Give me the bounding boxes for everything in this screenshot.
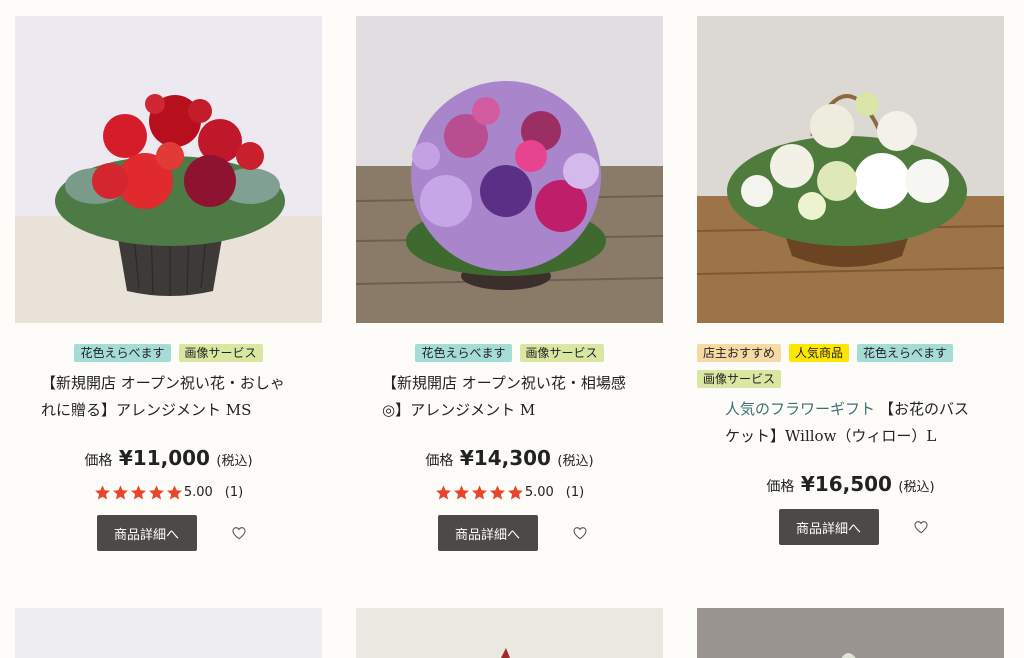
product-title[interactable]: 人気のフラワーギフト 【お花のバスケット】Willow（ウィロー）L xyxy=(697,396,1004,450)
card-actions: 商品詳細へ xyxy=(15,515,322,551)
card-actions: 商品詳細へ xyxy=(697,509,1004,545)
tag-list: 花色えらべます 画像サービス xyxy=(15,344,322,362)
tax-label: (税込) xyxy=(557,454,594,469)
tag-color-choice: 花色えらべます xyxy=(74,344,171,362)
price-amount: ¥14,300 xyxy=(459,446,551,470)
star-icon xyxy=(453,485,469,500)
tag-color-choice: 花色えらべます xyxy=(857,344,954,362)
review-count[interactable]: (1) xyxy=(225,485,243,500)
product-image[interactable] xyxy=(15,16,322,323)
star-icon xyxy=(489,485,505,500)
category-link[interactable]: 人気のフラワーギフト xyxy=(725,400,875,418)
star-icon xyxy=(112,485,128,500)
rating-score: 5.00 xyxy=(183,485,213,500)
star-rating xyxy=(94,484,183,501)
star-icon xyxy=(435,485,451,500)
product-card: 店主おすすめ 人気商品 花色えらべます 画像サービス 人気のフラワーギフト 【お花… xyxy=(697,16,1004,545)
price-label: 価格 xyxy=(425,453,454,469)
star-icon xyxy=(166,485,182,500)
product-detail-button[interactable]: 商品詳細へ xyxy=(437,515,538,551)
price: 価格 ¥11,000 (税込) xyxy=(15,446,322,470)
product-card: 花色えらべます 画像サービス 【新規開店 オープン祝い花・おしゃれに贈る】アレン… xyxy=(15,16,322,551)
tag-image-service: 画像サービス xyxy=(519,344,604,362)
price-label: 価格 xyxy=(84,453,113,469)
tag-list: 花色えらべます 画像サービス xyxy=(356,344,663,362)
price: 価格 ¥16,500 (税込) xyxy=(697,472,1004,496)
star-icon xyxy=(94,485,110,500)
tag-image-service: 画像サービス xyxy=(178,344,263,362)
tag-color-choice: 花色えらべます xyxy=(415,344,512,362)
rating: 5.00 (1) xyxy=(15,484,322,501)
product-card: 花色えらべます 画像サービス 【新規開店 オープン祝い花・相場感◎】アレンジメン… xyxy=(356,16,663,551)
heart-outline-icon[interactable] xyxy=(572,525,588,541)
product-image[interactable] xyxy=(697,608,1004,658)
product-image[interactable] xyxy=(15,608,322,658)
star-icon xyxy=(471,485,487,500)
tag-image-service: 画像サービス xyxy=(697,370,782,388)
tag-owner-recommend: 店主おすすめ xyxy=(697,344,782,362)
star-icon xyxy=(148,485,164,500)
rating: 5.00 (1) xyxy=(356,484,663,501)
product-title[interactable]: 【新規開店 オープン祝い花・相場感◎】アレンジメント M xyxy=(356,370,663,424)
price-label: 価格 xyxy=(766,479,795,495)
star-icon xyxy=(507,485,523,500)
review-count[interactable]: (1) xyxy=(566,485,584,500)
heart-outline-icon[interactable] xyxy=(231,525,247,541)
tag-popular: 人気商品 xyxy=(789,344,850,362)
product-detail-button[interactable]: 商品詳細へ xyxy=(778,509,879,545)
product-image[interactable] xyxy=(356,16,663,323)
heart-outline-icon[interactable] xyxy=(913,519,929,535)
star-rating xyxy=(435,484,524,501)
star-icon xyxy=(130,485,146,500)
product-image[interactable] xyxy=(697,16,1004,323)
card-actions: 商品詳細へ xyxy=(356,515,663,551)
price: 価格 ¥14,300 (税込) xyxy=(356,446,663,470)
price-amount: ¥16,500 xyxy=(800,472,892,496)
tax-label: (税込) xyxy=(216,454,253,469)
price-amount: ¥11,000 xyxy=(118,446,210,470)
tag-list: 店主おすすめ 人気商品 花色えらべます 画像サービス xyxy=(697,344,1004,388)
product-detail-button[interactable]: 商品詳細へ xyxy=(96,515,197,551)
rating-score: 5.00 xyxy=(524,485,554,500)
product-image[interactable] xyxy=(356,608,663,658)
tax-label: (税込) xyxy=(898,480,935,495)
product-title[interactable]: 【新規開店 オープン祝い花・おしゃれに贈る】アレンジメント MS xyxy=(15,370,322,424)
